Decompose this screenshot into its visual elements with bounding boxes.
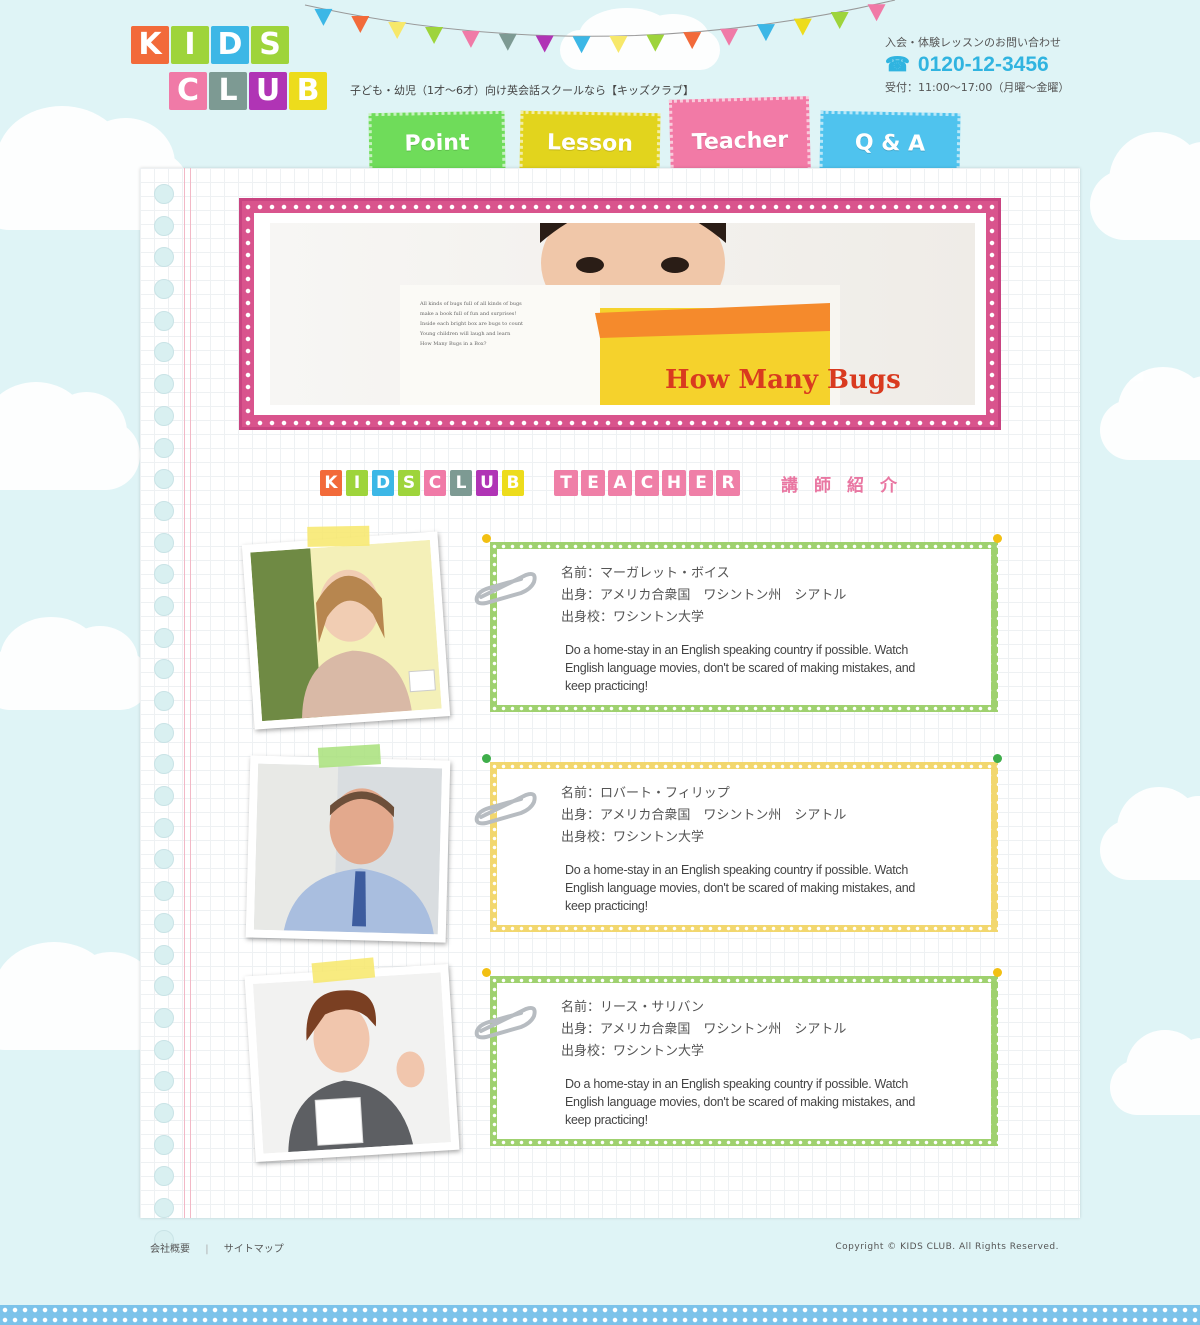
pushpin-icon (993, 968, 1002, 977)
bunting-flag (461, 30, 480, 48)
site-logo[interactable]: K I D S C L U B (131, 26, 331, 116)
nav-point[interactable]: Point (368, 110, 506, 176)
teacher-name: 名前：マーガレット・ボイス (561, 566, 730, 581)
teacher-card-1: 名前：マーガレット・ボイス 出身：アメリカ合衆国 ワシントン州 シアトル 出身校… (474, 534, 1002, 712)
heading-jp: 講師紹介 (781, 475, 913, 496)
logo-tile: K (131, 26, 169, 64)
bunting-flag (683, 32, 702, 50)
paperclip-icon (474, 571, 537, 606)
heading-letter: D (372, 470, 394, 496)
teacher-origin: 出身：アメリカ合衆国 ワシントン州 シアトル (561, 808, 847, 823)
bunting-flag (314, 8, 333, 26)
bunting-flag (498, 33, 517, 51)
svg-text:Inside each bright box are bug: Inside each bright box are bugs to count (420, 321, 523, 327)
nav-qa[interactable]: Q & A (819, 110, 961, 176)
bunting-flag (830, 11, 849, 29)
bunting-flag (867, 4, 886, 22)
copyright: Copyright © KIDS CLUB. All Rights Reserv… (835, 1242, 1059, 1252)
photo-tape (307, 525, 370, 547)
bunting-flag (646, 34, 665, 52)
phone-text: 0120-12-3456 (917, 52, 1049, 76)
teacher-photo-3 (244, 957, 460, 1163)
footer-link-company[interactable]: 会社概要 (150, 1244, 190, 1255)
teacher-photo-1 (241, 525, 451, 730)
bunting-flag (720, 28, 739, 46)
business-hours: 受付：11:00〜17:00（月曜〜金曜） (885, 81, 1070, 94)
binder-holes (154, 184, 174, 1261)
photo-tape (317, 744, 381, 768)
margin-line (184, 168, 191, 1218)
notebook-paper: All kinds of bugs full of all kinds of b… (140, 168, 1080, 1250)
bunting-flag (793, 18, 812, 36)
bunting-flag (388, 22, 407, 40)
bunting-flag (756, 24, 775, 42)
heading-letter: L (450, 470, 472, 496)
pushpin-icon (482, 968, 491, 977)
logo-tile: D (211, 26, 249, 64)
footer-link-sitemap[interactable]: サイトマップ (224, 1244, 284, 1255)
teacher-letter: C (635, 470, 659, 496)
logo-tile: U (249, 72, 287, 110)
teacher-photo-2 (245, 744, 451, 943)
teacher-quote: Do a home-stay in an English speaking co… (565, 643, 916, 693)
logo-tile: S (251, 26, 289, 64)
bunting-flag (351, 16, 370, 34)
logo-tile: I (171, 26, 209, 64)
teacher-quote: Do a home-stay in an English speaking co… (565, 863, 916, 913)
teacher-school: 出身校：ワシントン大学 (561, 830, 705, 845)
nav-lesson[interactable]: Lesson (519, 110, 661, 176)
footer-dot-border (0, 1305, 1200, 1325)
teacher-letter: H (662, 470, 686, 496)
heading-letter: C (424, 470, 446, 496)
svg-text:All kinds of bugs full of all: All kinds of bugs full of all kinds of b… (419, 301, 522, 307)
logo-tile: L (209, 72, 247, 110)
contact-label: 入会・体験レッスンのお問い合わせ (885, 36, 1061, 49)
logo-tile: B (289, 72, 327, 110)
phone-number[interactable]: ☎ 0120-12-3456 (885, 52, 1075, 77)
heading-letter: I (346, 470, 368, 496)
teacher-school: 出身校：ワシントン大学 (561, 610, 705, 625)
teacher-card-3: 名前：リース・サリバン 出身：アメリカ合衆国 ワシントン州 シアトル 出身校：ワ… (474, 968, 1002, 1146)
teacher-name: 名前：ロバート・フィリップ (561, 786, 730, 801)
teacher-letter: T (554, 470, 578, 496)
pushpin-icon (993, 534, 1002, 543)
teacher-letter: E (581, 470, 605, 496)
pushpin-icon (993, 754, 1002, 763)
teacher-card-2: 名前：ロバート・フィリップ 出身：アメリカ合衆国 ワシントン州 シアトル 出身校… (474, 754, 1002, 932)
bunting-garland (304, 0, 896, 54)
bunting-flag (535, 35, 554, 53)
svg-text:make a book full of fun and su: make a book full of fun and surprises! (420, 311, 516, 317)
svg-text:How Many Bugs in a Box?: How Many Bugs in a Box? (420, 341, 487, 347)
teacher-origin: 出身：アメリカ合衆国 ワシントン州 シアトル (561, 1022, 847, 1037)
teacher-quote: Do a home-stay in an English speaking co… (565, 1077, 916, 1127)
bunting-flag (572, 36, 591, 54)
tagline: 子ども・幼児（1才〜6才）向け英会話スクールなら【キッズクラブ】 (350, 84, 694, 97)
logo-tile: C (169, 72, 207, 110)
teacher-letter: R (716, 470, 740, 496)
teacher-name: 名前：リース・サリバン (561, 1000, 705, 1015)
contact-block: 入会・体験レッスンのお問い合わせ ☎ 0120-12-3456 受付：11:00… (885, 34, 1075, 95)
teacher-letter: A (608, 470, 632, 496)
teacher-letter: E (689, 470, 713, 496)
hero-photo: All kinds of bugs full of all kinds of b… (270, 223, 975, 405)
bunting-flag (425, 26, 444, 44)
bunting-flag (609, 35, 628, 53)
teacher-school: 出身校：ワシントン大学 (561, 1044, 705, 1059)
hero-banner-frame: All kinds of bugs full of all kinds of b… (239, 198, 1001, 430)
heading-letter: S (398, 470, 420, 496)
heading-letter: U (476, 470, 498, 496)
phone-icon: ☎ (885, 54, 910, 76)
footer-links: 会社概要 | サイトマップ (150, 1240, 284, 1255)
footer-separator: | (205, 1244, 209, 1255)
pushpin-icon (482, 754, 491, 763)
teacher-origin: 出身：アメリカ合衆国 ワシントン州 シアトル (561, 588, 847, 603)
heading-letter: B (502, 470, 524, 496)
section-heading: K I D S C L U B T E A C H E R 講師紹介 (320, 470, 913, 496)
svg-text:Young children will laugh and: Young children will laugh and learn (419, 331, 511, 337)
pushpin-icon (482, 534, 491, 543)
book-cover-title: How Many Bugs (665, 365, 901, 395)
heading-letter: K (320, 470, 342, 496)
paperclip-icon (474, 1005, 537, 1040)
paperclip-icon (474, 791, 537, 826)
